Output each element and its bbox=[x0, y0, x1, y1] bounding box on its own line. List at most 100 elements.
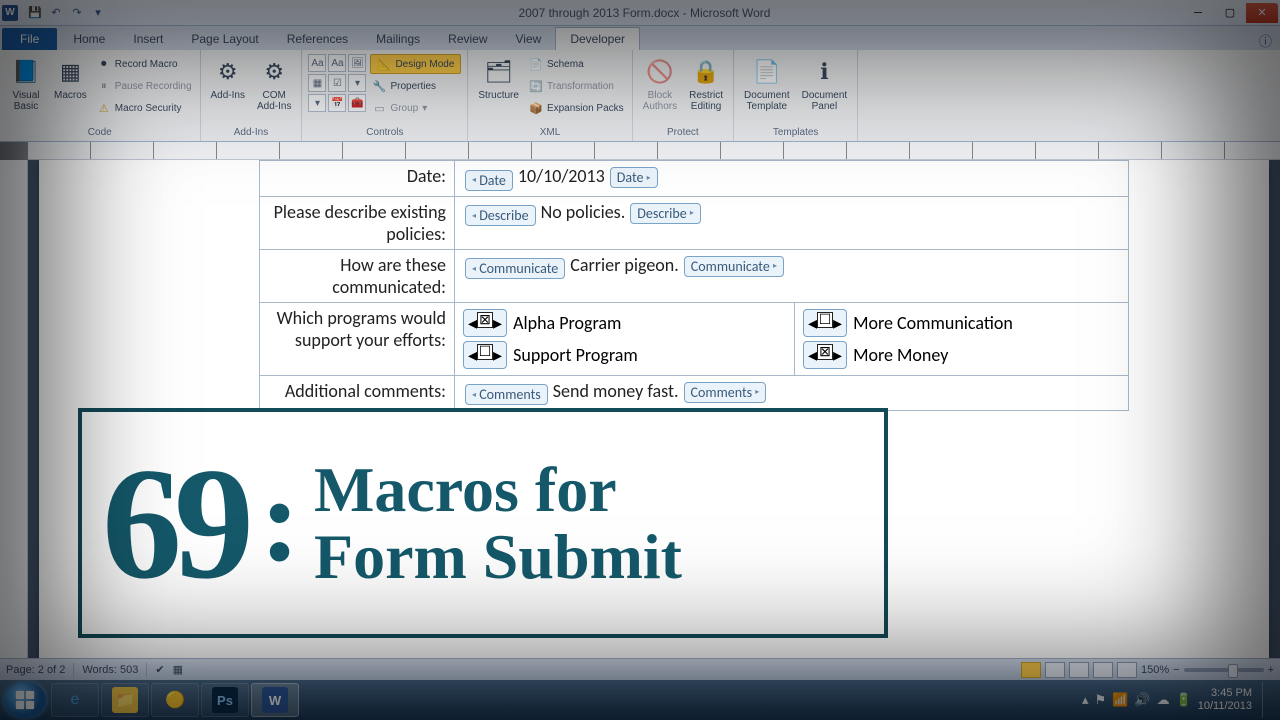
describe-cc-start-tag[interactable]: ◂ Describe bbox=[465, 205, 536, 226]
tray-battery-icon[interactable]: 🔋 bbox=[1176, 692, 1192, 708]
tab-mailings[interactable]: Mailings bbox=[362, 28, 434, 50]
tab-developer[interactable]: Developer bbox=[555, 27, 640, 50]
schema-button[interactable]: 📄Schema bbox=[527, 54, 626, 74]
design-mode-icon: 📐 bbox=[377, 57, 391, 71]
minimize-button[interactable]: ─ bbox=[1182, 3, 1214, 23]
taskbar-explorer[interactable]: 📁 bbox=[101, 683, 149, 717]
tab-page-layout[interactable]: Page Layout bbox=[177, 28, 272, 50]
group-button[interactable]: ▭Group ▾ bbox=[370, 98, 461, 118]
describe-cc-end-tag[interactable]: Describe ▸ bbox=[630, 203, 701, 224]
describe-value[interactable]: No policies. bbox=[538, 201, 629, 223]
structure-button[interactable]: 🗂Structure bbox=[474, 54, 523, 103]
pause-recording-button[interactable]: ⏸Pause Recording bbox=[95, 76, 194, 96]
taskbar-ie[interactable]: e bbox=[51, 683, 99, 717]
restrict-editing-button[interactable]: 🔒Restrict Editing bbox=[685, 54, 727, 114]
document-template-button[interactable]: 📄Document Template bbox=[740, 54, 794, 114]
properties-button[interactable]: 🔧Properties bbox=[370, 76, 461, 96]
view-outline[interactable] bbox=[1093, 662, 1113, 678]
com-addins-button[interactable]: ⚙COM Add-Ins bbox=[253, 54, 295, 114]
group-label-code: Code bbox=[6, 127, 194, 139]
communicate-value[interactable]: Carrier pigeon. bbox=[567, 254, 682, 276]
qat-redo-icon[interactable]: ↷ bbox=[68, 4, 86, 22]
show-desktop-button[interactable] bbox=[1262, 682, 1272, 718]
horizontal-ruler[interactable] bbox=[28, 142, 1280, 160]
date-value[interactable]: 10/10/2013 bbox=[515, 165, 608, 187]
view-draft[interactable] bbox=[1117, 662, 1137, 678]
checkbox-support[interactable]: ☐ bbox=[477, 344, 493, 360]
macros-button[interactable]: ▦Macros bbox=[50, 54, 91, 103]
tab-view[interactable]: View bbox=[502, 28, 556, 50]
rich-text-control-icon[interactable]: Aa bbox=[308, 54, 326, 72]
tab-insert[interactable]: Insert bbox=[119, 28, 177, 50]
tray-volume-icon[interactable]: 🔊 bbox=[1134, 692, 1150, 708]
checkbox-alpha[interactable]: ⊠ bbox=[477, 312, 493, 328]
taskbar-photoshop[interactable]: Ps bbox=[201, 683, 249, 717]
checkbox-cc-handle[interactable]: ◂☐▸ bbox=[803, 309, 847, 337]
com-addins-icon: ⚙ bbox=[258, 56, 290, 88]
dropdown-control-icon[interactable]: ▾ bbox=[308, 94, 326, 112]
vertical-ruler[interactable] bbox=[0, 160, 28, 658]
qat-customize-icon[interactable]: ▾ bbox=[89, 4, 107, 22]
picture-control-icon[interactable]: 🖼 bbox=[348, 54, 366, 72]
close-button[interactable]: ✕ bbox=[1246, 3, 1278, 23]
start-button[interactable] bbox=[4, 682, 46, 718]
date-control-icon[interactable]: 📅 bbox=[328, 94, 346, 112]
help-icon[interactable]: ⓘ bbox=[1259, 31, 1272, 50]
ie-icon: e bbox=[62, 687, 88, 713]
zoom-slider[interactable] bbox=[1184, 668, 1264, 672]
tray-clock[interactable]: 3:45 PM10/11/2013 bbox=[1198, 687, 1252, 713]
tab-review[interactable]: Review bbox=[434, 28, 501, 50]
taskbar-chrome[interactable]: 🟡 bbox=[151, 683, 199, 717]
document-panel-button[interactable]: ℹDocument Panel bbox=[798, 54, 852, 114]
macro-security-button[interactable]: ⚠Macro Security bbox=[95, 98, 194, 118]
view-print-layout[interactable] bbox=[1021, 662, 1041, 678]
tab-file[interactable]: File bbox=[2, 28, 57, 50]
status-page[interactable]: Page: 2 of 2 bbox=[6, 664, 65, 676]
checkbox-morecomm[interactable]: ☐ bbox=[817, 312, 833, 328]
building-block-control-icon[interactable]: ▦ bbox=[308, 74, 326, 92]
tab-references[interactable]: References bbox=[273, 28, 362, 50]
legacy-tools-icon[interactable]: 🧰 bbox=[348, 94, 366, 112]
zoom-level[interactable]: 150% bbox=[1141, 664, 1169, 676]
design-mode-button[interactable]: 📐Design Mode bbox=[370, 54, 461, 74]
status-spellcheck-icon[interactable]: ✔ bbox=[155, 663, 164, 676]
date-cc-start-tag[interactable]: ◂ Date bbox=[465, 170, 513, 191]
comments-value[interactable]: Send money fast. bbox=[550, 380, 682, 402]
photoshop-icon: Ps bbox=[212, 687, 238, 713]
addins-button[interactable]: ⚙Add-Ins bbox=[207, 54, 249, 103]
comments-cc-end-tag[interactable]: Comments ▸ bbox=[684, 382, 767, 403]
expansion-packs-button[interactable]: 📦Expansion Packs bbox=[527, 98, 626, 118]
block-authors-button[interactable]: 🚫Block Authors bbox=[639, 54, 681, 114]
plain-text-control-icon[interactable]: Aa bbox=[328, 54, 346, 72]
qat-save-icon[interactable]: 💾 bbox=[26, 4, 44, 22]
checkbox-cc-handle[interactable]: ◂⊠▸ bbox=[803, 341, 847, 369]
maximize-button[interactable]: ▢ bbox=[1214, 3, 1246, 23]
zoom-out-button[interactable]: − bbox=[1173, 664, 1179, 676]
checkbox-cc-handle[interactable]: ◂⊠▸ bbox=[463, 309, 507, 337]
taskbar-word[interactable]: W bbox=[251, 683, 299, 717]
properties-icon: 🔧 bbox=[372, 79, 386, 93]
combobox-control-icon[interactable]: ▾ bbox=[348, 74, 366, 92]
transformation-button[interactable]: 🔄Transformation bbox=[527, 76, 626, 96]
status-words[interactable]: Words: 503 bbox=[82, 664, 138, 676]
communicate-cc-end-tag[interactable]: Communicate ▸ bbox=[684, 256, 784, 277]
view-full-screen[interactable] bbox=[1045, 662, 1065, 678]
tray-flag-icon[interactable]: ⚑ bbox=[1095, 692, 1107, 708]
date-cc-end-tag[interactable]: Date ▸ bbox=[610, 167, 658, 188]
checkbox-moremoney[interactable]: ⊠ bbox=[817, 344, 833, 360]
tray-up-icon[interactable]: ▴ bbox=[1082, 692, 1089, 708]
zoom-in-button[interactable]: + bbox=[1268, 664, 1274, 676]
row-programs: Which programs would support your effort… bbox=[260, 302, 1129, 375]
tray-network-icon[interactable]: 📶 bbox=[1112, 692, 1128, 708]
tab-home[interactable]: Home bbox=[59, 28, 119, 50]
checkbox-cc-handle[interactable]: ◂☐▸ bbox=[463, 341, 507, 369]
communicate-cc-start-tag[interactable]: ◂ Communicate bbox=[465, 258, 565, 279]
checkbox-control-icon[interactable]: ☑ bbox=[328, 74, 346, 92]
status-macro-icon[interactable]: ▦ bbox=[173, 663, 183, 676]
view-web-layout[interactable] bbox=[1069, 662, 1089, 678]
comments-cc-start-tag[interactable]: ◂ Comments bbox=[465, 384, 548, 405]
tray-sync-icon[interactable]: ☁ bbox=[1157, 692, 1170, 708]
visual-basic-button[interactable]: 📘Visual Basic bbox=[6, 54, 46, 114]
record-macro-button[interactable]: ⏺Record Macro bbox=[95, 54, 194, 74]
qat-undo-icon[interactable]: ↶ bbox=[47, 4, 65, 22]
